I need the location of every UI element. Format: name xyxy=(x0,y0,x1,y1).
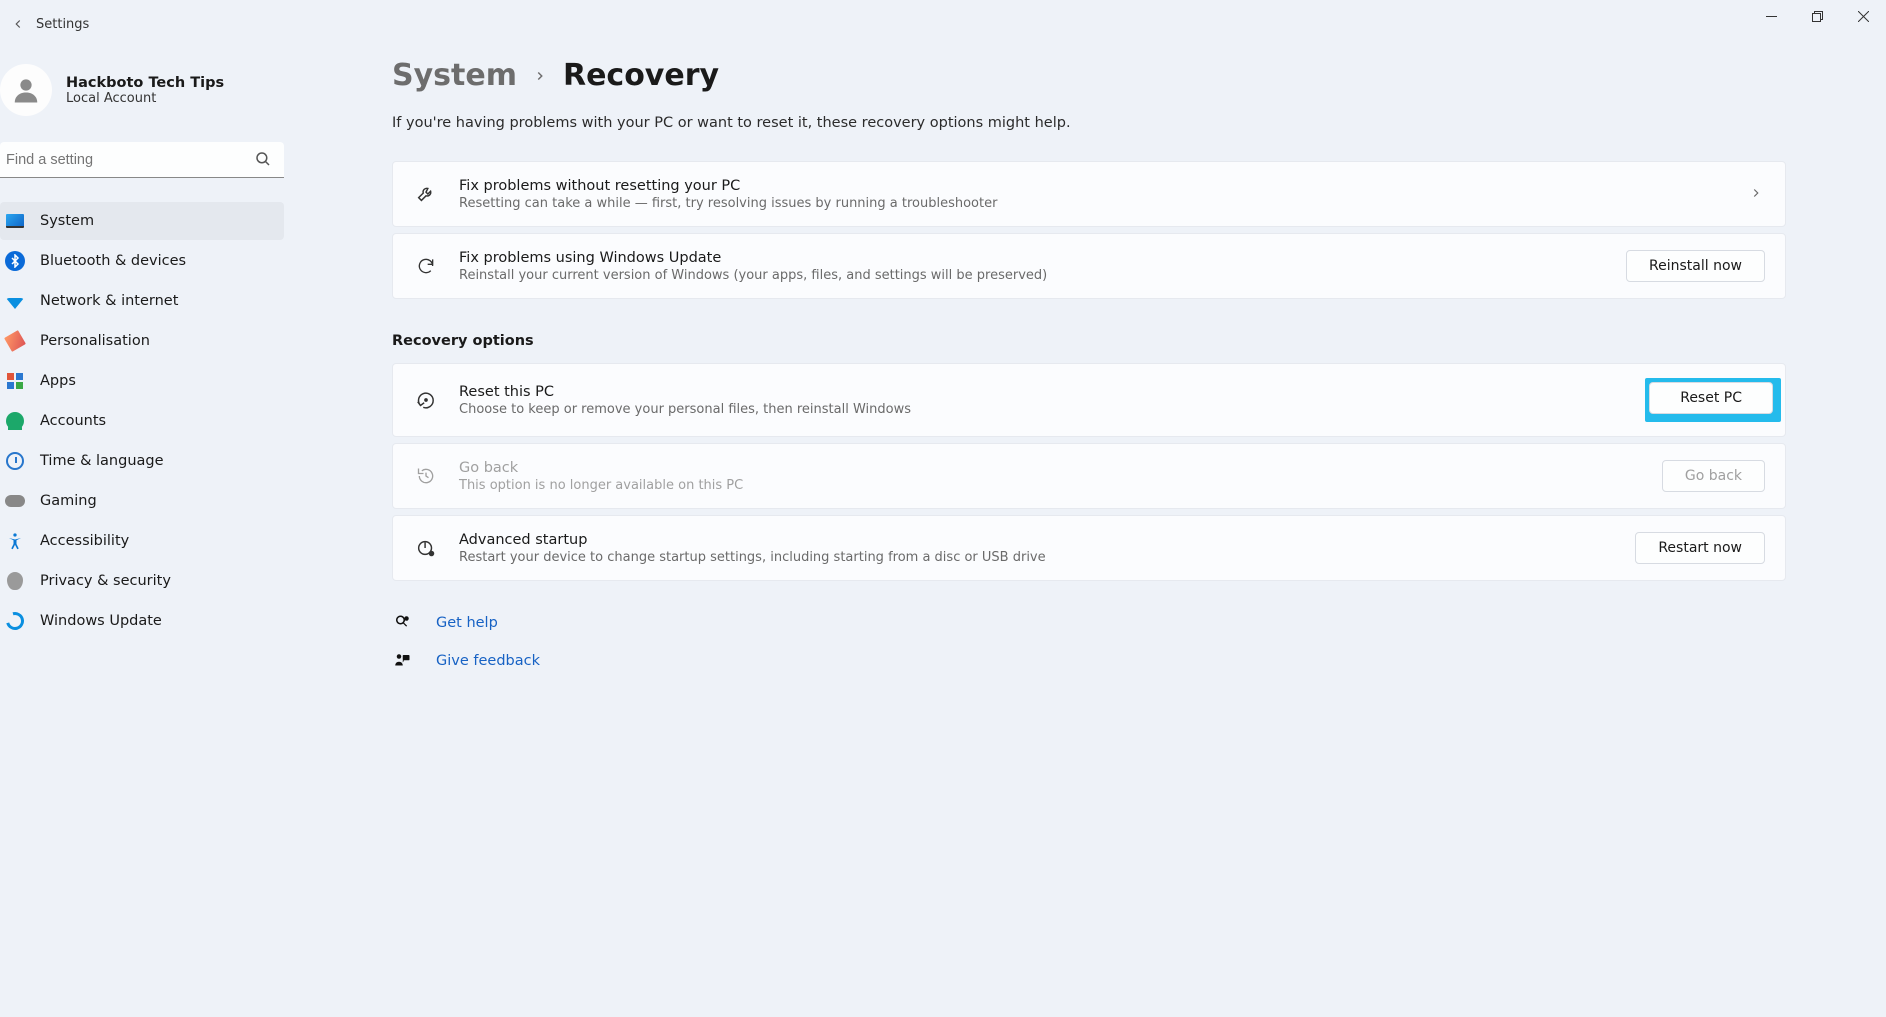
nav-label: Accessibility xyxy=(40,533,129,549)
update-icon xyxy=(4,610,26,632)
nav-label: Bluetooth & devices xyxy=(40,253,186,269)
nav-item-bluetooth[interactable]: Bluetooth & devices xyxy=(0,242,284,280)
nav-label: Gaming xyxy=(40,493,97,509)
nav-label: Windows Update xyxy=(40,613,162,629)
card-go-back: Go back This option is no longer availab… xyxy=(392,443,1786,509)
breadcrumb-parent[interactable]: System xyxy=(392,58,517,93)
section-recovery-options: Recovery options xyxy=(392,333,1786,349)
app-title: Settings xyxy=(32,17,89,32)
sidebar: Hackboto Tech Tips Local Account System … xyxy=(0,48,300,1017)
card-subtitle: Restart your device to change startup se… xyxy=(459,550,1615,565)
chevron-right-icon xyxy=(1749,185,1765,204)
card-windows-update-fix: Fix problems using Windows Update Reinst… xyxy=(392,233,1786,299)
card-troubleshooter[interactable]: Fix problems without resetting your PC R… xyxy=(392,161,1786,227)
card-title: Fix problems without resetting your PC xyxy=(459,178,1729,194)
feedback-icon xyxy=(392,651,412,671)
wrench-icon xyxy=(413,181,439,207)
search-icon xyxy=(254,150,272,168)
card-subtitle: Resetting can take a while — first, try … xyxy=(459,196,1729,211)
reset-pc-button[interactable]: Reset PC xyxy=(1649,382,1773,414)
reinstall-now-button[interactable]: Reinstall now xyxy=(1626,250,1765,282)
nav-item-personalisation[interactable]: Personalisation xyxy=(0,322,284,360)
apps-icon xyxy=(4,370,26,392)
breadcrumb-current: Recovery xyxy=(563,58,719,93)
accessibility-icon xyxy=(4,530,26,552)
card-subtitle: Choose to keep or remove your personal f… xyxy=(459,402,1625,417)
nav-item-update[interactable]: Windows Update xyxy=(0,602,284,640)
highlight-marker: Reset PC xyxy=(1645,378,1781,422)
search-input[interactable] xyxy=(0,142,284,178)
give-feedback-row: Give feedback xyxy=(392,651,1786,671)
nav: System Bluetooth & devices Network & int… xyxy=(0,202,284,640)
shield-icon xyxy=(4,570,26,592)
nav-label: System xyxy=(40,213,94,229)
user-name: Hackboto Tech Tips xyxy=(66,75,224,91)
get-help-link[interactable]: Get help xyxy=(436,615,498,631)
reset-icon xyxy=(413,387,439,413)
nav-item-system[interactable]: System xyxy=(0,202,284,240)
nav-label: Network & internet xyxy=(40,293,178,309)
paint-icon xyxy=(4,330,26,352)
maximize-button[interactable] xyxy=(1794,0,1840,32)
nav-item-time[interactable]: Time & language xyxy=(0,442,284,480)
power-settings-icon xyxy=(413,535,439,561)
chevron-right-icon xyxy=(533,64,547,88)
nav-item-apps[interactable]: Apps xyxy=(0,362,284,400)
card-subtitle: Reinstall your current version of Window… xyxy=(459,268,1606,283)
nav-item-network[interactable]: Network & internet xyxy=(0,282,284,320)
help-icon xyxy=(392,613,412,633)
nav-label: Accounts xyxy=(40,413,106,429)
card-advanced-startup: Advanced startup Restart your device to … xyxy=(392,515,1786,581)
content: System Recovery If you're having problem… xyxy=(300,48,1886,1017)
clock-icon xyxy=(4,450,26,472)
card-title: Reset this PC xyxy=(459,384,1625,400)
gaming-icon xyxy=(4,490,26,512)
user-block[interactable]: Hackboto Tech Tips Local Account xyxy=(0,56,284,134)
back-button[interactable] xyxy=(8,14,28,34)
card-title: Advanced startup xyxy=(459,532,1615,548)
intro-text: If you're having problems with your PC o… xyxy=(392,115,1786,131)
nav-item-gaming[interactable]: Gaming xyxy=(0,482,284,520)
close-button[interactable] xyxy=(1840,0,1886,32)
nav-label: Personalisation xyxy=(40,333,150,349)
restart-now-button[interactable]: Restart now xyxy=(1635,532,1765,564)
avatar xyxy=(0,64,52,116)
go-back-button: Go back xyxy=(1662,460,1765,492)
title-bar: Settings xyxy=(0,0,1886,48)
window-controls xyxy=(1748,0,1886,32)
get-help-row: Get help xyxy=(392,613,1786,633)
nav-label: Apps xyxy=(40,373,76,389)
card-title: Fix problems using Windows Update xyxy=(459,250,1606,266)
search-box[interactable] xyxy=(0,142,284,178)
history-icon xyxy=(413,463,439,489)
nav-item-accessibility[interactable]: Accessibility xyxy=(0,522,284,560)
minimize-button[interactable] xyxy=(1748,0,1794,32)
bluetooth-icon xyxy=(4,250,26,272)
user-subtitle: Local Account xyxy=(66,91,224,106)
system-icon xyxy=(4,210,26,232)
nav-item-privacy[interactable]: Privacy & security xyxy=(0,562,284,600)
card-reset-pc: Reset this PC Choose to keep or remove y… xyxy=(392,363,1786,437)
nav-label: Time & language xyxy=(40,453,164,469)
accounts-icon xyxy=(4,410,26,432)
card-subtitle: This option is no longer available on th… xyxy=(459,478,1642,493)
give-feedback-link[interactable]: Give feedback xyxy=(436,653,540,669)
breadcrumb: System Recovery xyxy=(392,58,1786,93)
nav-label: Privacy & security xyxy=(40,573,171,589)
card-title: Go back xyxy=(459,460,1642,476)
nav-item-accounts[interactable]: Accounts xyxy=(0,402,284,440)
wifi-icon xyxy=(4,290,26,312)
footer-links: Get help Give feedback xyxy=(392,613,1786,671)
sync-icon xyxy=(413,253,439,279)
